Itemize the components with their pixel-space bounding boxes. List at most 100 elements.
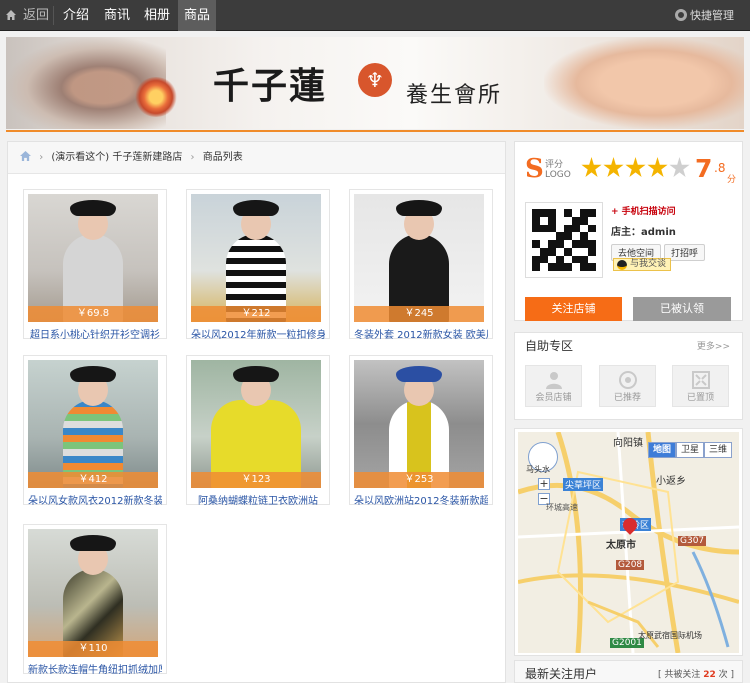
map-type-3d[interactable]: 三维 [704, 442, 732, 458]
qr-module [540, 263, 548, 271]
product-name[interactable]: 冬装外套 2012新款女装 欧美风 [354, 326, 488, 341]
map-type-satellite[interactable]: 卫星 [676, 442, 704, 458]
qr-code [525, 202, 603, 278]
followers-panel: 最新关注用户 [ 共被关注 22 次 ] [514, 660, 743, 683]
map-label: 小返乡 [656, 476, 686, 487]
product-image[interactable]: ￥245 [354, 194, 484, 322]
brand-logo: ♆ [358, 63, 392, 97]
map-label: 太原市 [606, 540, 636, 551]
nav-divider [53, 6, 54, 25]
qr-module [564, 240, 572, 248]
product-image[interactable]: ￥123 [191, 360, 321, 488]
claimed-button[interactable]: 已被认领 [633, 297, 731, 321]
product-name[interactable]: 朵以风2012年新款一粒扣修身 [191, 326, 325, 341]
zoom-in-button[interactable]: + [538, 478, 550, 490]
map-type-map[interactable]: 地图 [648, 442, 676, 458]
product-card[interactable]: ￥110 新款长款连帽牛角纽扣抓绒加厚 [23, 524, 167, 676]
qr-module [532, 240, 540, 248]
back-label: 返回 [23, 8, 50, 23]
qr-module [572, 224, 580, 233]
qr-module [588, 263, 596, 271]
qr-module [548, 216, 556, 225]
location-map[interactable]: + − 地图 卫星 三维 向阳镇 尖草坪区 小返乡 太原市 杏岭区 环城高速 G… [518, 432, 739, 653]
qr-module [540, 240, 548, 248]
qr-module [572, 232, 580, 240]
scan-link[interactable]: + 手机扫描访问 [611, 204, 739, 217]
breadcrumb-shop[interactable]: (演示看这个) 千子莲新建路店 [51, 152, 182, 163]
product-image[interactable]: ￥212 [191, 194, 321, 322]
more-link[interactable]: 更多>> [697, 339, 730, 352]
product-price: ￥212 [191, 306, 321, 322]
product-image[interactable]: ￥412 [28, 360, 158, 488]
qr-module [572, 247, 580, 256]
map-label: G307 [678, 536, 707, 546]
qr-module [548, 209, 556, 217]
product-card[interactable]: ￥412 朵以风女款风衣2012新款冬装 [23, 355, 167, 507]
user-icon [545, 372, 562, 389]
qr-module [564, 255, 572, 264]
qr-module [564, 247, 572, 256]
qr-module [580, 216, 588, 225]
qr-module [548, 240, 556, 248]
product-price: ￥412 [28, 472, 158, 488]
brand-subtitle: 養生會所 [406, 83, 503, 108]
qr-module [540, 247, 548, 256]
tab-news[interactable]: 商讯 [98, 0, 136, 31]
product-name[interactable]: 超日系小桃心针织开衫空调衫 [28, 326, 162, 341]
qr-module [532, 216, 540, 225]
qr-module [548, 255, 556, 264]
product-card[interactable]: ￥245 冬装外套 2012新款女装 欧美风 [349, 189, 493, 341]
qr-module [572, 216, 580, 225]
product-card[interactable]: ￥253 朵以风欧洲站2012冬装新款超 [349, 355, 493, 507]
star-icon [625, 157, 646, 178]
qr-module [588, 224, 596, 233]
product-image[interactable]: ￥69.8 [28, 194, 158, 322]
product-name[interactable]: 新款长款连帽牛角纽扣抓绒加厚 [28, 661, 162, 676]
shop-info-panel: S 评分 LOGO 7 .8 分 + 手机扫描访问 店主：admin 去他空间 打… [514, 141, 743, 321]
product-name[interactable]: 朵以风欧洲站2012冬装新款超 [354, 492, 488, 507]
chat-button[interactable]: 与我交谈 [613, 258, 672, 271]
product-panel: › (演示看这个) 千子莲新建路店 › 商品列表 ￥69.8 超日系小桃心针织开… [7, 141, 506, 683]
shop-banner: 千子蓮 ♆ 養生會所 [6, 37, 744, 129]
product-card[interactable]: ￥123 阿桑纳蝴蝶粒链卫衣欧洲站 [186, 355, 330, 507]
qr-module [556, 247, 564, 256]
follow-shop-button[interactable]: 关注店铺 [525, 297, 622, 321]
member-shop-tile[interactable]: 会员店铺 [525, 365, 582, 407]
breadcrumb-current: 商品列表 [202, 152, 243, 163]
tab-intro[interactable]: 介绍 [57, 0, 95, 31]
map-label: 马头水 [526, 465, 550, 474]
gear-icon [675, 9, 687, 21]
qr-module [588, 255, 596, 264]
qr-module [540, 209, 548, 217]
self-service-title: 自助专区 [525, 339, 574, 353]
followers-title: 最新关注用户 [525, 667, 598, 681]
qq-icon [617, 260, 627, 270]
product-image[interactable]: ￥253 [354, 360, 484, 488]
product-card[interactable]: ￥69.8 超日系小桃心针织开衫空调衫 [23, 189, 167, 341]
qr-module [540, 255, 548, 264]
product-name[interactable]: 阿桑纳蝴蝶粒链卫衣欧洲站 [191, 492, 325, 507]
qr-module [580, 240, 588, 248]
qr-module [564, 224, 572, 233]
qr-module [556, 209, 564, 217]
qr-module [580, 255, 588, 264]
product-card[interactable]: ￥212 朵以风2012年新款一粒扣修身 [186, 189, 330, 341]
qr-code-pattern [532, 209, 596, 271]
flower-decoration [134, 77, 178, 117]
home-icon[interactable] [20, 151, 31, 161]
shop-owner-info: + 手机扫描访问 店主：admin 去他空间 打招呼 [611, 204, 739, 261]
product-price: ￥253 [354, 472, 484, 488]
qr-module [540, 216, 548, 225]
quick-manage-link[interactable]: 快捷管理 [675, 0, 734, 31]
product-name[interactable]: 朵以风女款风衣2012新款冬装 [28, 492, 162, 507]
map-label: 向阳镇 [613, 438, 643, 449]
pinned-tile[interactable]: 已置顶 [672, 365, 729, 407]
tab-album[interactable]: 相册 [138, 0, 176, 31]
star-empty-icon [669, 157, 690, 178]
tab-products[interactable]: 商品 [178, 0, 216, 31]
product-image[interactable]: ￥110 [28, 529, 158, 657]
qr-module [580, 209, 588, 217]
back-button[interactable]: 返回 [0, 0, 52, 31]
breadcrumb-separator: › [190, 152, 195, 163]
recommended-tile[interactable]: 已推荐 [599, 365, 656, 407]
